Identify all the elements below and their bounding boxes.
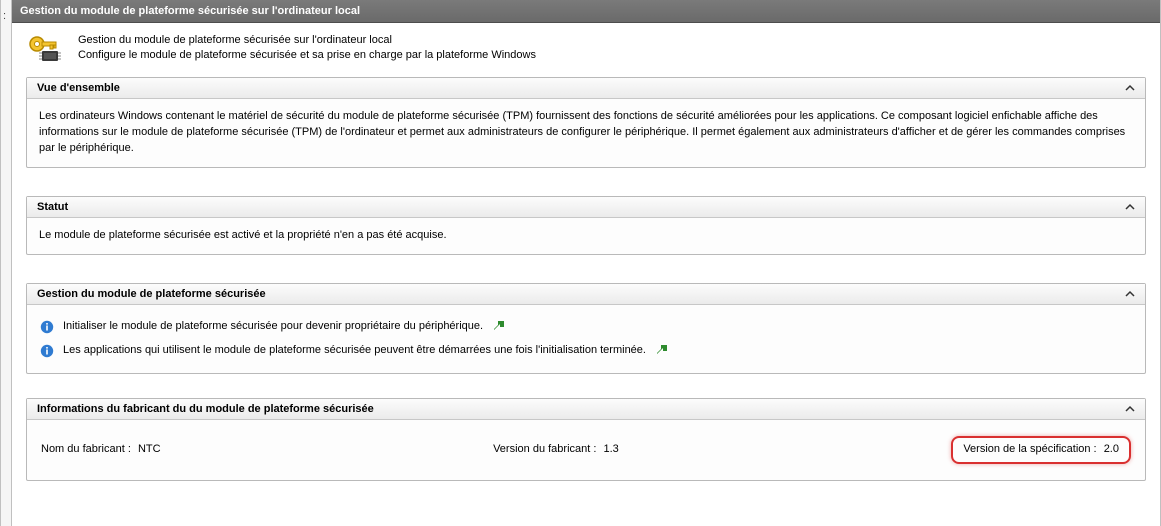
spec-version-highlight: Version de la spécification : 2.0 xyxy=(951,436,1131,464)
panel-status-title: Statut xyxy=(37,201,68,213)
window-titlebar: Gestion du module de plateforme sécurisé… xyxy=(12,0,1160,23)
panel-status-header[interactable]: Statut xyxy=(27,197,1145,218)
vendor-version-label: Version du fabricant : xyxy=(493,443,596,455)
action-arrow-icon[interactable] xyxy=(491,319,507,335)
rail-marker: : xyxy=(3,10,6,22)
header-subtitle: Configure le module de plateforme sécuri… xyxy=(78,48,536,63)
info-icon xyxy=(39,343,55,359)
chevron-up-icon[interactable] xyxy=(1125,83,1135,93)
vendor-name-label: Nom du fabricant : xyxy=(41,443,131,455)
vendor-name-cell: Nom du fabricant : NTC xyxy=(41,442,161,458)
panel-manufacturer: Informations du fabricant du du module d… xyxy=(26,398,1146,481)
panel-management-title: Gestion du module de plateforme sécurisé… xyxy=(37,288,266,300)
spec-version-label: Version de la spécification : xyxy=(963,443,1096,455)
management-row-apps: Les applications qui utilisent le module… xyxy=(39,339,1133,363)
vendor-name-value: NTC xyxy=(138,443,161,455)
action-arrow-icon[interactable] xyxy=(654,343,670,359)
panel-overview-header[interactable]: Vue d'ensemble xyxy=(27,78,1145,99)
panel-overview-body: Les ordinateurs Windows contenant le mat… xyxy=(27,99,1145,167)
management-text-init: Initialiser le module de plateforme sécu… xyxy=(63,319,483,335)
panel-overview: Vue d'ensemble Les ordinateurs Windows c… xyxy=(26,77,1146,168)
panel-manufacturer-title: Informations du fabricant du du module d… xyxy=(37,403,374,415)
header-band: Gestion du module de plateforme sécurisé… xyxy=(12,23,1160,73)
panel-management-header[interactable]: Gestion du module de plateforme sécurisé… xyxy=(27,284,1145,305)
spec-version-value: 2.0 xyxy=(1104,443,1119,455)
vendor-version-cell: Version du fabricant : 1.3 xyxy=(493,442,619,458)
manufacturer-info-row: Nom du fabricant : NTC Version du fabric… xyxy=(39,430,1133,470)
chevron-up-icon[interactable] xyxy=(1125,289,1135,299)
key-chip-icon xyxy=(26,33,66,65)
management-row-init: Initialiser le module de plateforme sécu… xyxy=(39,315,1133,339)
management-text-apps: Les applications qui utilisent le module… xyxy=(63,343,646,359)
vendor-version-value: 1.3 xyxy=(603,443,618,455)
panel-manufacturer-header[interactable]: Informations du fabricant du du module d… xyxy=(27,399,1145,420)
panel-management: Gestion du module de plateforme sécurisé… xyxy=(26,283,1146,374)
chevron-up-icon[interactable] xyxy=(1125,404,1135,414)
panel-overview-title: Vue d'ensemble xyxy=(37,82,120,94)
left-rail: : xyxy=(1,0,12,526)
header-title: Gestion du module de plateforme sécurisé… xyxy=(78,33,536,48)
panel-status: Statut Le module de plateforme sécurisée… xyxy=(26,196,1146,255)
chevron-up-icon[interactable] xyxy=(1125,202,1135,212)
window-title: Gestion du module de plateforme sécurisé… xyxy=(20,5,360,17)
info-icon xyxy=(39,319,55,335)
panel-status-body: Le module de plateforme sécurisée est ac… xyxy=(27,218,1145,254)
